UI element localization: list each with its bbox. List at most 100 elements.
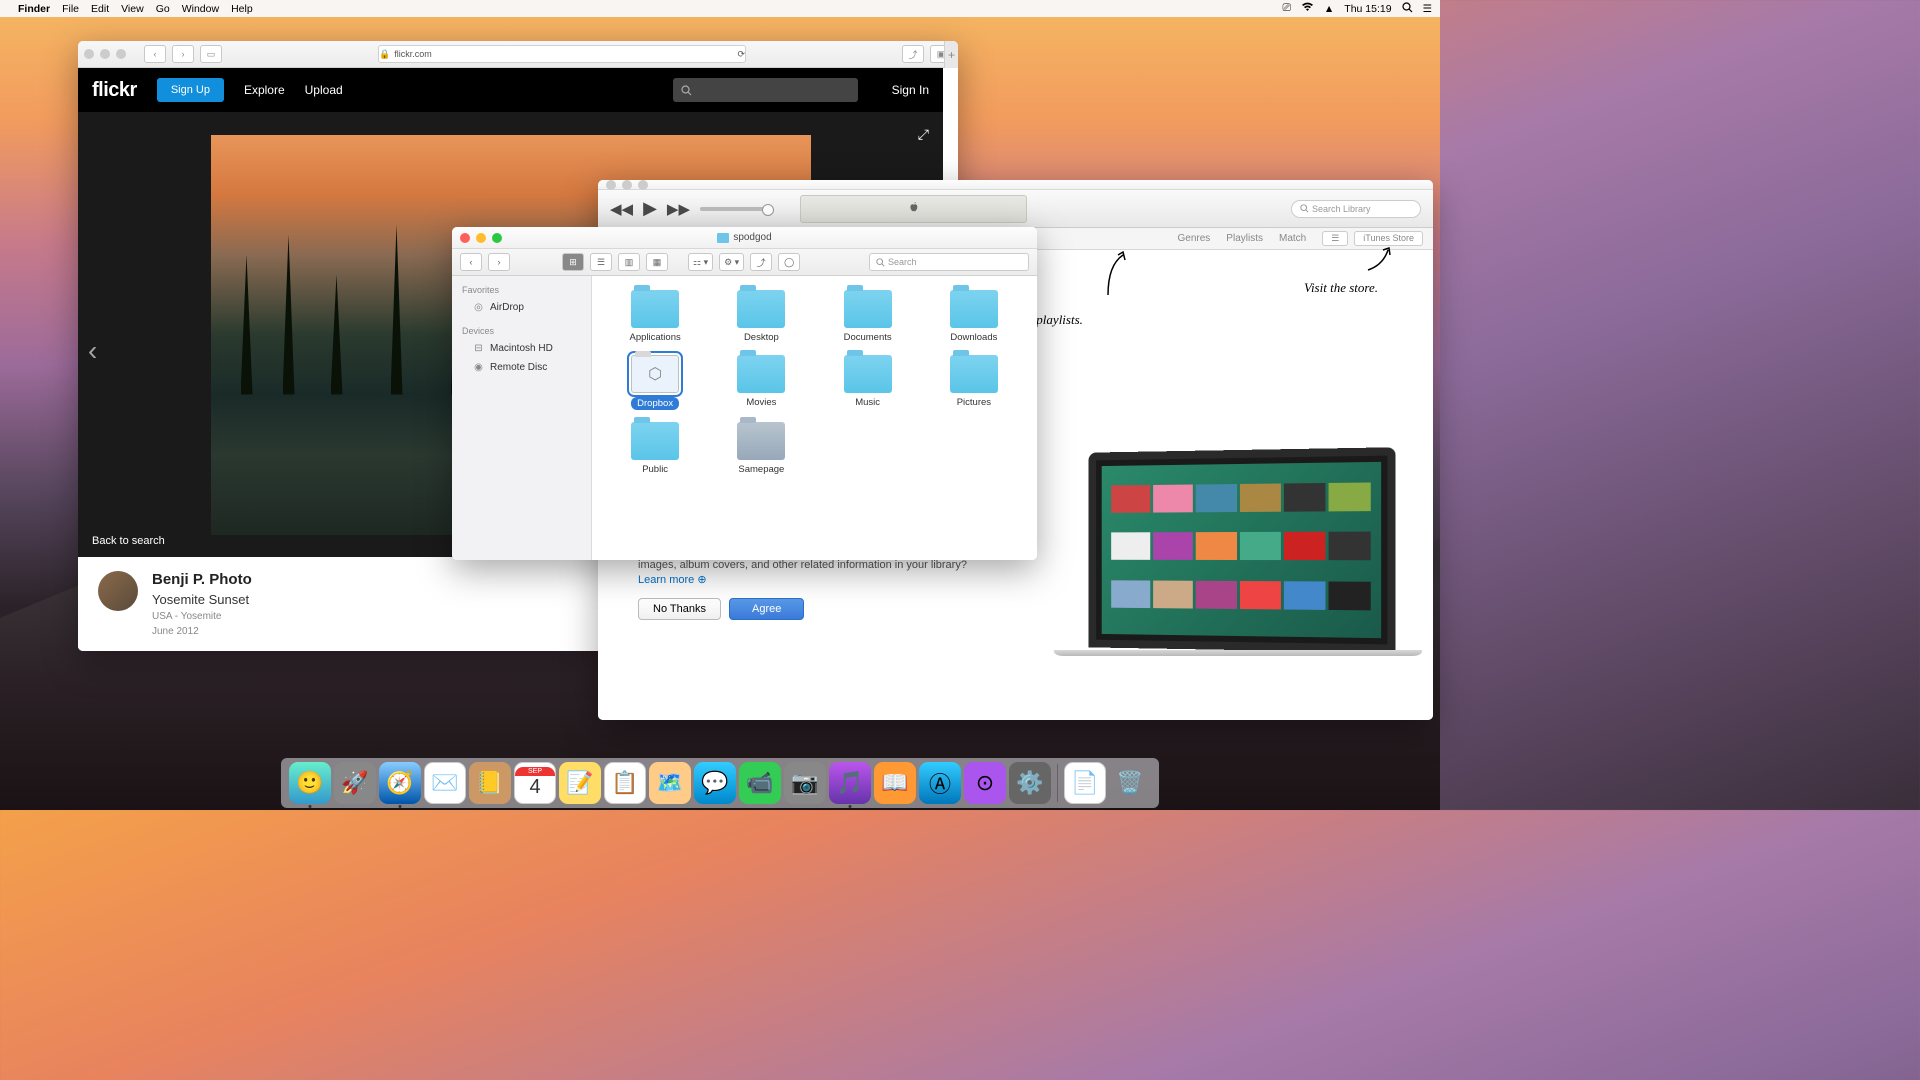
dock-system-preferences[interactable]: ⚙️ xyxy=(1009,762,1051,804)
folder-documents[interactable]: Documents xyxy=(819,290,917,343)
author-avatar[interactable] xyxy=(98,571,138,611)
volume-icon[interactable]: ▲ xyxy=(1324,3,1334,15)
finder-file-grid[interactable]: Applications DesktopDocumentsDownloads Dro… xyxy=(592,276,1037,560)
play-button[interactable]: ▶ xyxy=(643,198,657,219)
dock-gamecenter[interactable]: ⊙ xyxy=(964,762,1006,804)
close-button[interactable] xyxy=(606,180,616,190)
forward-button[interactable]: › xyxy=(172,45,194,63)
library-search-input[interactable]: Search Library xyxy=(1291,200,1421,218)
new-tab-button[interactable]: + xyxy=(944,41,958,68)
signin-link[interactable]: Sign In xyxy=(892,83,929,97)
dock-appstore[interactable]: Ⓐ xyxy=(919,762,961,804)
sidebar-airdrop[interactable]: ◎AirDrop xyxy=(452,298,591,317)
zoom-button[interactable] xyxy=(638,180,648,190)
sidebar-button[interactable]: ▭ xyxy=(200,45,222,63)
prev-photo-button[interactable]: ‹ xyxy=(88,335,97,367)
menu-view[interactable]: View xyxy=(121,3,144,15)
view-column-button[interactable]: ▥ xyxy=(618,253,640,271)
share-button[interactable]: ⤴ xyxy=(902,45,924,63)
airplay-icon[interactable]: ⎚ xyxy=(1282,2,1290,15)
folder-desktop[interactable]: Desktop xyxy=(712,290,810,343)
rewind-button[interactable]: ◀◀ xyxy=(610,200,633,218)
dock-reminders[interactable]: 📋 xyxy=(604,762,646,804)
list-button[interactable]: ☰ xyxy=(1322,231,1348,246)
dock-contacts[interactable]: 📒 xyxy=(469,762,511,804)
volume-slider[interactable] xyxy=(700,207,770,211)
tab-match[interactable]: Match xyxy=(1279,233,1306,244)
arrange-button[interactable]: ⚏ ▾ xyxy=(688,253,713,271)
flickr-logo[interactable]: flickr xyxy=(92,79,137,102)
dock-document[interactable]: 📄 xyxy=(1064,762,1106,804)
forward-button[interactable]: ▶▶ xyxy=(667,200,690,218)
agree-button[interactable]: Agree xyxy=(729,598,804,620)
menu-help[interactable]: Help xyxy=(231,3,253,15)
dock-finder[interactable]: 🙂 xyxy=(289,762,331,804)
minimize-button[interactable] xyxy=(100,49,110,59)
folder-movies[interactable]: Movies xyxy=(712,355,810,410)
sidebar-macintosh-hd[interactable]: ⊟Macintosh HD xyxy=(452,339,591,358)
folder-dropbox[interactable]: Dropbox xyxy=(606,355,704,410)
close-button[interactable] xyxy=(460,233,470,243)
folder-downloads[interactable]: Downloads xyxy=(925,290,1023,343)
dock-facetime[interactable]: 📹 xyxy=(739,762,781,804)
tags-button[interactable]: ◯ xyxy=(778,253,800,271)
zoom-button[interactable] xyxy=(492,233,502,243)
view-icon-button[interactable]: ⊞ xyxy=(562,253,584,271)
flickr-search-input[interactable] xyxy=(673,78,858,102)
dock-trash[interactable]: 🗑️ xyxy=(1109,762,1151,804)
dock-safari[interactable]: 🧭 xyxy=(379,762,421,804)
close-button[interactable] xyxy=(84,49,94,59)
menu-file[interactable]: File xyxy=(62,3,79,15)
dock-launchpad[interactable]: 🚀 xyxy=(334,762,376,804)
wifi-icon[interactable] xyxy=(1301,2,1314,15)
sidebar-remote-disc[interactable]: ◉Remote Disc xyxy=(452,358,591,377)
back-to-search-link[interactable]: Back to search xyxy=(92,535,165,547)
no-thanks-button[interactable]: No Thanks xyxy=(638,598,721,620)
signup-button[interactable]: Sign Up xyxy=(157,78,224,102)
author-name[interactable]: Benji P. Photo xyxy=(152,571,252,588)
menu-window[interactable]: Window xyxy=(182,3,219,15)
folder-applications[interactable]: Applications xyxy=(606,290,704,343)
dock-photobooth[interactable]: 📷 xyxy=(784,762,826,804)
dock-itunes[interactable]: 🎵 xyxy=(829,762,871,804)
nav-explore[interactable]: Explore xyxy=(244,83,285,97)
dock-separator xyxy=(1057,764,1058,802)
minimize-button[interactable] xyxy=(622,180,632,190)
spotlight-icon[interactable] xyxy=(1402,2,1413,16)
dock-calendar[interactable]: SEP 4 xyxy=(514,762,556,804)
folder-label: Applications xyxy=(630,332,681,343)
itunes-store-button[interactable]: iTunes Store xyxy=(1354,231,1423,246)
fullscreen-icon[interactable]: ⤢ xyxy=(918,126,929,143)
view-list-button[interactable]: ☰ xyxy=(590,253,612,271)
learn-more-link[interactable]: Learn more ⊕ xyxy=(638,573,1018,586)
menu-edit[interactable]: Edit xyxy=(91,3,109,15)
dock-messages[interactable]: 💬 xyxy=(694,762,736,804)
nav-upload[interactable]: Upload xyxy=(305,83,343,97)
forward-button[interactable]: › xyxy=(488,253,510,271)
tab-genres[interactable]: Genres xyxy=(1178,233,1211,244)
minimize-button[interactable] xyxy=(476,233,486,243)
view-coverflow-button[interactable]: ▦ xyxy=(646,253,668,271)
dock-mail[interactable]: ✉️ xyxy=(424,762,466,804)
clock[interactable]: Thu 15:19 xyxy=(1344,3,1391,15)
active-app-name[interactable]: Finder xyxy=(18,3,50,15)
back-button[interactable]: ‹ xyxy=(144,45,166,63)
notification-center-icon[interactable]: ☰ xyxy=(1423,3,1432,15)
finder-search-input[interactable]: Search xyxy=(869,253,1029,271)
zoom-button[interactable] xyxy=(116,49,126,59)
share-button[interactable]: ⤴ xyxy=(750,253,772,271)
dock-maps[interactable]: 🗺️ xyxy=(649,762,691,804)
folder-music[interactable]: Music xyxy=(819,355,917,410)
menu-go[interactable]: Go xyxy=(156,3,170,15)
tab-playlists[interactable]: Playlists xyxy=(1226,233,1263,244)
folder-pictures[interactable]: Pictures xyxy=(925,355,1023,410)
action-button[interactable]: ⚙ ▾ xyxy=(719,253,744,271)
dock-notes[interactable]: 📝 xyxy=(559,762,601,804)
back-button[interactable]: ‹ xyxy=(460,253,482,271)
dock-ibooks[interactable]: 📖 xyxy=(874,762,916,804)
lock-icon: 🔒 xyxy=(379,49,390,60)
folder-samepage[interactable]: Samepage xyxy=(712,422,810,475)
address-bar[interactable]: 🔒 flickr.com ⟳ xyxy=(378,45,746,63)
folder-public[interactable]: Public xyxy=(606,422,704,475)
reload-icon[interactable]: ⟳ xyxy=(737,49,745,60)
